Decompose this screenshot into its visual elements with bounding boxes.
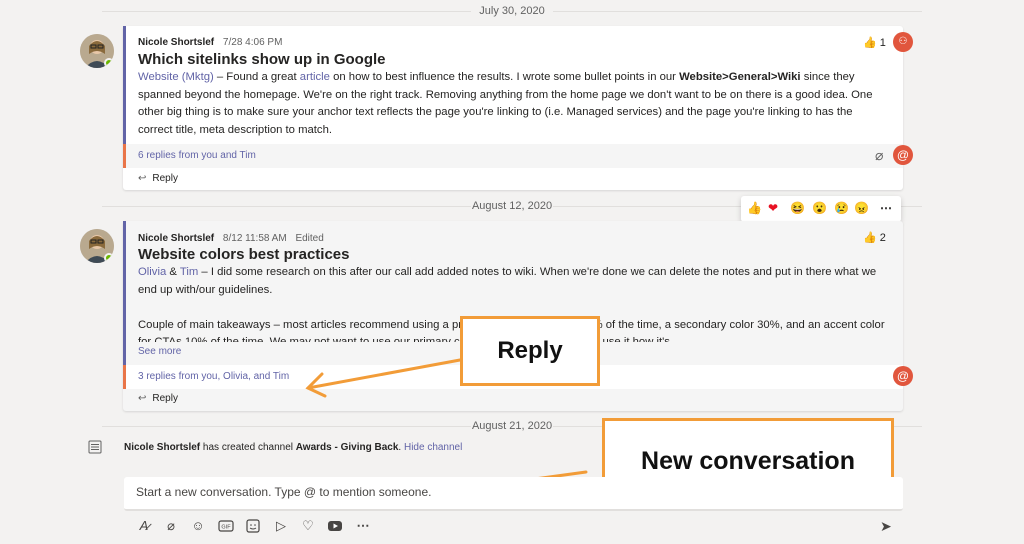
channel-name: Awards - Giving Back <box>295 442 399 453</box>
user-mention-link[interactable]: Tim <box>180 266 198 278</box>
hide-channel-link[interactable]: Hide channel <box>404 442 462 453</box>
wiki-path: Website>General>Wiki <box>679 71 801 83</box>
message-accent-bar <box>123 221 126 365</box>
presence-available-icon <box>104 253 114 263</box>
gif-icon[interactable]: GIF <box>218 518 234 534</box>
compose-box[interactable] <box>124 477 903 511</box>
system-author[interactable]: Nicole Shortslef <box>124 442 200 453</box>
message-author[interactable]: Nicole Shortslef <box>138 37 214 48</box>
reply-button[interactable]: ↩ Reply <box>138 173 178 184</box>
surprised-reaction-icon[interactable]: 😮 <box>812 201 827 215</box>
format-icon[interactable]: A̷ <box>136 518 152 534</box>
message-accent-bar <box>123 26 126 144</box>
presence-available-icon <box>104 58 114 68</box>
message-time: 8/12 11:58 AM <box>222 233 287 244</box>
reaction-count: 2 <box>879 232 886 244</box>
message-header: Nicole Shortslef 7/28 4:06 PM <box>138 37 288 48</box>
date-separator: July 30, 2020 <box>0 5 1024 17</box>
like-reaction[interactable]: 👍 1 <box>863 36 886 49</box>
user-mention-link[interactable]: Olivia <box>138 266 166 278</box>
mention-icon: @ <box>893 145 913 165</box>
new-conversation-input[interactable] <box>136 485 596 499</box>
stream-icon[interactable] <box>327 518 343 534</box>
heart-reaction-icon[interactable]: ❤ <box>768 201 778 215</box>
message-title: Which sitelinks show up in Google <box>138 51 386 68</box>
more-options-icon[interactable]: ⋯ <box>355 518 371 534</box>
replies-summary-text[interactable]: 3 replies from you, Olivia, and Tim <box>138 371 289 382</box>
edited-label: Edited <box>295 233 324 244</box>
message-body: Website (Mktg) – Found a great article o… <box>138 69 888 139</box>
message-title: Website colors best practices <box>138 246 350 263</box>
body-text: & <box>166 266 180 278</box>
more-options-icon[interactable]: ⋯ <box>880 201 892 215</box>
svg-text:GIF: GIF <box>221 525 231 531</box>
send-icon[interactable]: ➤ <box>880 518 892 535</box>
body-text: – Found a great <box>213 71 300 83</box>
reply-arrow-icon: ↩ <box>138 393 147 404</box>
channel-created-icon <box>88 440 102 454</box>
laugh-reaction-icon[interactable]: 😆 <box>790 201 805 215</box>
like-icon: 👍 <box>863 37 877 49</box>
attach-icon[interactable]: ⌀ <box>163 518 179 534</box>
like-reaction-icon[interactable]: 👍 <box>747 201 762 215</box>
emoji-icon[interactable]: ☺ <box>190 518 206 534</box>
schedule-meeting-icon[interactable]: ▷ <box>273 518 289 534</box>
message-card[interactable]: Nicole Shortslef 7/28 4:06 PM 👍 1 Which … <box>123 26 903 190</box>
sticker-icon[interactable] <box>245 518 261 534</box>
message-header: Nicole Shortslef 8/12 11:58 AM Edited <box>138 233 330 244</box>
like-icon: 👍 <box>863 232 877 244</box>
system-text: has created channel <box>200 442 296 453</box>
article-link[interactable]: article <box>300 71 330 83</box>
praise-icon[interactable]: ♡ <box>300 518 316 534</box>
avatar[interactable] <box>80 34 114 68</box>
reply-label[interactable]: Reply <box>152 173 178 184</box>
sad-reaction-icon[interactable]: 😢 <box>834 201 849 215</box>
see-more-link[interactable]: See more <box>138 346 181 357</box>
replies-summary[interactable]: 6 replies from you and Tim <box>123 144 903 168</box>
body-text: – I did some research on this after our … <box>138 266 877 296</box>
reply-arrow-icon: ↩ <box>138 173 147 184</box>
reaction-bar: 👍 ❤ 😆 😮 😢 😠 ⋯ <box>741 196 901 222</box>
team-mention-icon: ⚇ <box>893 32 913 52</box>
reaction-count: 1 <box>879 37 886 49</box>
reply-callout: Reply <box>460 316 600 386</box>
message-author[interactable]: Nicole Shortslef <box>138 233 214 244</box>
replies-summary-text[interactable]: 6 replies from you and Tim <box>138 150 256 161</box>
angry-reaction-icon[interactable]: 😠 <box>854 201 869 215</box>
avatar[interactable] <box>80 229 114 263</box>
like-reaction[interactable]: 👍 2 <box>863 231 886 244</box>
channel-mention-link[interactable]: Website (Mktg) <box>138 71 214 83</box>
reply-label[interactable]: Reply <box>152 393 178 404</box>
mention-icon: @ <box>893 366 913 386</box>
system-message: Nicole Shortslef has created channel Awa… <box>124 442 462 453</box>
attachment-icon[interactable]: ⌀ <box>875 147 883 164</box>
reply-button[interactable]: ↩ Reply <box>138 393 178 404</box>
body-text: on how to best influence the results. I … <box>329 71 680 83</box>
message-time: 7/28 4:06 PM <box>222 37 283 48</box>
